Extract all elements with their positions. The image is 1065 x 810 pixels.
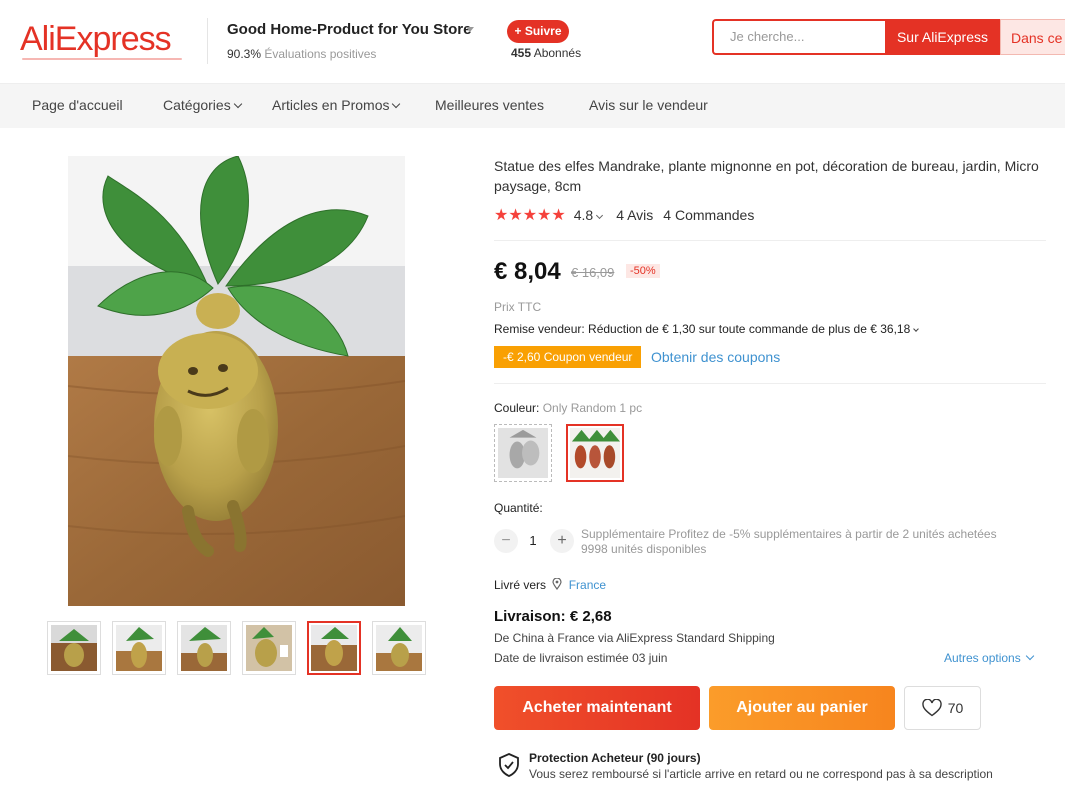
- get-coupons-link[interactable]: Obtenir des coupons: [651, 349, 780, 365]
- quantity-input[interactable]: 1: [527, 533, 539, 548]
- deliver-to-label: Livré vers: [494, 578, 547, 592]
- deliver-country: France: [568, 578, 607, 592]
- wishlist-button[interactable]: 70: [904, 686, 981, 730]
- color-label: Couleur: Only Random 1 pc: [494, 401, 642, 415]
- thumbnail-image: [51, 625, 97, 671]
- thumbnail-2[interactable]: [112, 621, 166, 675]
- store-rating-value: 90.3%: [227, 47, 262, 61]
- color-option-1[interactable]: [494, 424, 552, 482]
- quantity-decrease-button[interactable]: −: [494, 529, 518, 553]
- rating-number: 4.8: [573, 207, 594, 223]
- logo-smile: [22, 58, 182, 60]
- current-price: € 8,04: [494, 258, 561, 285]
- aliexpress-logo[interactable]: AliExpress: [20, 20, 172, 59]
- rating-value[interactable]: 4.8: [573, 207, 604, 223]
- nav-item-label: Page d'accueil: [32, 97, 123, 113]
- wishlist-count: 70: [947, 700, 964, 716]
- quantity-label: Quantité:: [494, 501, 543, 515]
- mandrake-photo: [68, 156, 405, 606]
- chevron-down-icon: [596, 211, 604, 220]
- seller-discount[interactable]: Remise vendeur: Réduction de € 1,30 sur …: [494, 322, 920, 336]
- store-rating: 90.3% Évaluations positives: [227, 47, 376, 61]
- thumbnail-6[interactable]: [372, 621, 426, 675]
- nav-item-label: Articles en Promos: [272, 97, 390, 113]
- nav-item-home[interactable]: Page d'accueil: [32, 97, 123, 113]
- nav-item-seller-reviews[interactable]: Avis sur le vendeur: [589, 97, 708, 113]
- nav-item-label: Catégories: [163, 97, 231, 113]
- quantity-available: 9998 unités disponibles: [581, 542, 707, 556]
- color-option-image: [498, 428, 548, 478]
- chevron-down-icon: [233, 99, 242, 109]
- rating-row: ★★★★★ 4.8 4 Avis 4 Commandes: [494, 206, 754, 224]
- quantity-promo: Supplémentaire Profitez de -5% supplémen…: [581, 527, 997, 541]
- star-rating-icons: ★★★★★: [494, 207, 566, 224]
- chevron-down-icon: [1025, 651, 1034, 661]
- chevron-down-icon: [392, 99, 401, 109]
- thumbnail-image: [116, 625, 162, 671]
- search-aliexpress-button[interactable]: Sur AliExpress: [885, 19, 1000, 55]
- follow-button[interactable]: + Suivre: [507, 20, 569, 43]
- more-options-label: Autres options: [944, 651, 1021, 665]
- nav-item-best-sellers[interactable]: Meilleures ventes: [435, 97, 544, 113]
- header-divider: [207, 18, 208, 64]
- more-shipping-options[interactable]: Autres options: [944, 651, 1034, 665]
- quantity-info: Supplémentaire Profitez de -5% supplémen…: [581, 527, 997, 557]
- add-to-cart-button[interactable]: Ajouter au panier: [709, 686, 895, 730]
- reviews-link[interactable]: 4 Avis: [616, 207, 653, 223]
- thumbnail-image: [181, 625, 227, 671]
- shipping-route: De China à France via AliExpress Standar…: [494, 631, 775, 645]
- thumbnail-5[interactable]: [307, 621, 361, 675]
- color-option-image: [570, 428, 620, 478]
- nav-item-categories[interactable]: Catégories: [163, 97, 242, 113]
- followers-label: Abonnés: [533, 46, 582, 60]
- shipping-price: Livraison: € 2,68: [494, 608, 612, 625]
- nav-item-promos[interactable]: Articles en Promos: [272, 97, 401, 113]
- thumbnail-4[interactable]: [242, 621, 296, 675]
- color-selected-value: Only Random 1 pc: [542, 401, 643, 415]
- tax-note: Prix TTC: [494, 300, 542, 314]
- thumbnail-1[interactable]: [47, 621, 101, 675]
- seller-discount-text: Remise vendeur: Réduction de € 1,30 sur …: [494, 322, 911, 336]
- seller-coupon-badge[interactable]: -€ 2,60 Coupon vendeur: [494, 346, 642, 368]
- location-pin-icon: [552, 577, 562, 593]
- chevron-down-icon[interactable]: [466, 27, 474, 32]
- search-input[interactable]: Je cherche...: [712, 19, 887, 55]
- thumbnail-image: [311, 625, 357, 671]
- divider: [494, 240, 1046, 241]
- store-nav: Page d'accueil Catégories Articles en Pr…: [0, 84, 1065, 128]
- thumbnail-image: [246, 625, 292, 671]
- thumbnail-3[interactable]: [177, 621, 231, 675]
- original-price: € 16,09: [571, 265, 615, 280]
- followers-number: 455: [511, 46, 532, 60]
- chevron-down-icon: [913, 326, 920, 332]
- color-label-text: Couleur:: [494, 401, 540, 415]
- search-store-button[interactable]: Dans ce: [1000, 19, 1065, 55]
- thumbnail-image: [376, 625, 422, 671]
- buyer-protection-title: Protection Acheteur (90 jours): [529, 751, 701, 765]
- top-header: AliExpress Good Home-Product for You Sto…: [0, 0, 1065, 84]
- quantity-increase-button[interactable]: +: [550, 529, 574, 553]
- discount-badge: -50%: [626, 264, 660, 278]
- nav-item-label: Avis sur le vendeur: [589, 97, 708, 113]
- store-name[interactable]: Good Home-Product for You Store: [227, 21, 471, 38]
- delivery-date: Date de livraison estimée 03 juin: [494, 651, 668, 665]
- followers-count: 455 Abonnés: [511, 46, 581, 60]
- buy-now-button[interactable]: Acheter maintenant: [494, 686, 700, 730]
- product-main-image[interactable]: [68, 156, 405, 606]
- product-title: Statue des elfes Mandrake, plante mignon…: [494, 158, 1039, 194]
- color-option-2[interactable]: [566, 424, 624, 482]
- store-rating-label: Évaluations positives: [264, 47, 377, 61]
- orders-count: 4 Commandes: [663, 207, 755, 223]
- nav-item-label: Meilleures ventes: [435, 97, 544, 113]
- divider: [494, 383, 1046, 384]
- heart-icon: [922, 699, 942, 717]
- deliver-to[interactable]: Livré vers France: [494, 577, 606, 592]
- shield-check-icon: [498, 753, 520, 782]
- buyer-protection-text: Vous serez remboursé si l'article arrive…: [529, 767, 993, 781]
